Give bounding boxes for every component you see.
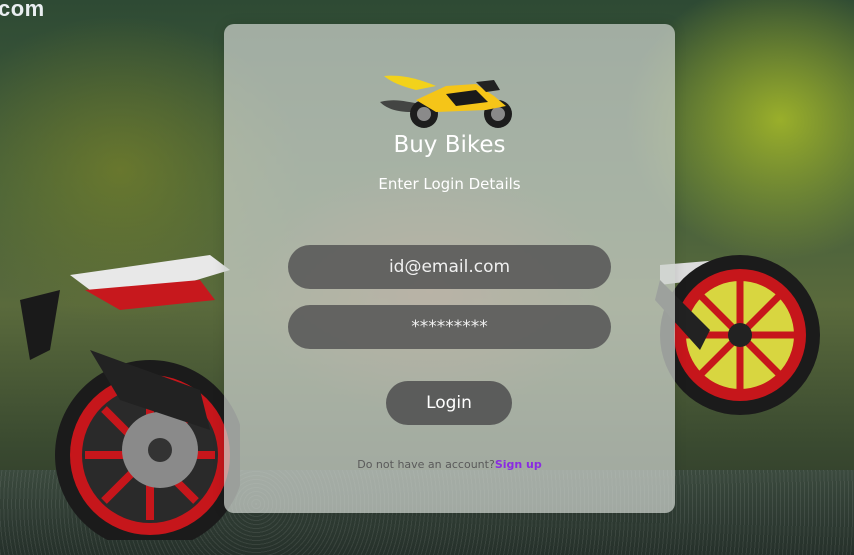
page-title: Buy Bikes <box>393 132 506 158</box>
motorcycle-icon <box>380 75 512 128</box>
page-subtitle: Enter Login Details <box>378 175 521 193</box>
password-field[interactable] <box>288 305 611 349</box>
login-card: Buy Bikes Enter Login Details Login Do n… <box>224 24 675 513</box>
signup-link[interactable]: Sign up <box>495 458 542 471</box>
motorcycle-rear-image <box>20 255 240 540</box>
signup-prompt-text: Do not have an account? <box>357 458 495 471</box>
login-button[interactable]: Login <box>386 381 512 425</box>
background-watermark-text: com <box>0 0 45 21</box>
signup-prompt: Do not have an account?Sign up <box>224 458 675 471</box>
email-field[interactable] <box>288 245 611 289</box>
